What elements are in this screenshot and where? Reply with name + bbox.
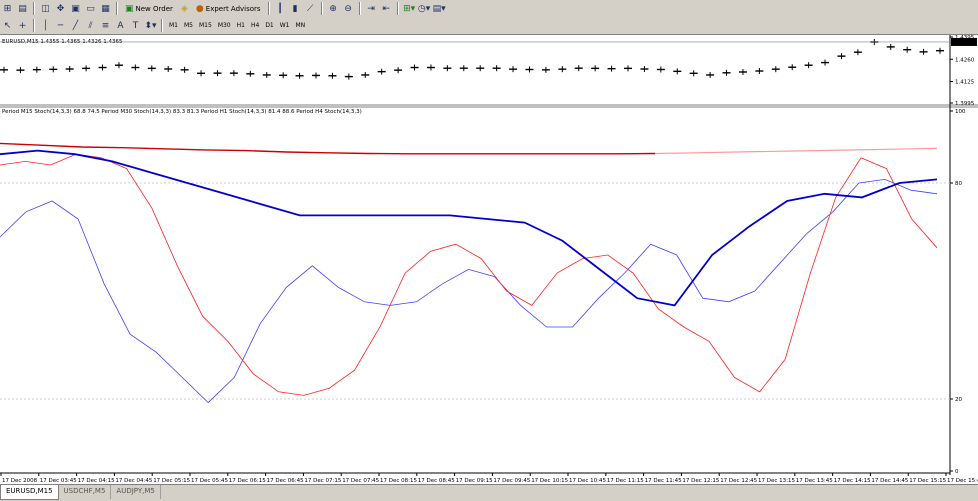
- stoch-h1-series: [0, 149, 938, 307]
- line-chart-icon[interactable]: ⟋: [304, 2, 317, 16]
- toolbar-separator: [116, 2, 118, 15]
- arrows-icon[interactable]: ⬍▾: [144, 19, 157, 33]
- tab-audjpy-m5[interactable]: AUDJPY,M5: [111, 485, 161, 499]
- expert-advisors-button[interactable]: ● Expert Advisors: [193, 2, 264, 16]
- new-chart-icon[interactable]: ⊞: [1, 2, 14, 16]
- main-toolbar: ⊞ ▤ ◫ ✥ ▣ ▭ ▦ ▣ New Order ◈ ● Expert Advis…: [0, 0, 978, 18]
- indicator-panel-header: Period M15 Stoch(14,3,3) 68.8 74.5 Perio…: [2, 109, 362, 115]
- toolbar-separator: [33, 19, 35, 32]
- stoch-m30-series: [0, 178, 938, 404]
- autoscroll-icon[interactable]: ⇤: [380, 2, 393, 16]
- toolbar-separator: [267, 2, 270, 15]
- timeframe-m5-button[interactable]: M5: [181, 19, 196, 33]
- new-order-button[interactable]: ▣ New Order: [122, 2, 176, 16]
- toolbar-separator: [161, 19, 163, 32]
- zoom-in-icon[interactable]: ⊕: [327, 2, 340, 16]
- templates-icon[interactable]: ▤▾: [433, 2, 446, 16]
- toolbar-separator: [320, 2, 323, 15]
- chart-shift-icon[interactable]: ⇥: [365, 2, 378, 16]
- timeframe-h1-button[interactable]: H1: [234, 19, 248, 33]
- tab-eurusd-m15[interactable]: EURUSD,M15: [0, 485, 59, 500]
- expert-advisors-icon: ●: [195, 3, 204, 14]
- crosshair-icon[interactable]: +: [16, 19, 29, 33]
- timeframe-mn-button[interactable]: MN: [293, 19, 309, 33]
- metaeditor-icon[interactable]: ◈: [178, 2, 191, 16]
- new-order-icon: ▣: [125, 3, 134, 14]
- periods-icon[interactable]: ◷▾: [418, 2, 431, 16]
- tester-icon[interactable]: ▦: [99, 2, 112, 16]
- stoch-h4-series: [0, 142, 656, 155]
- timeframe-bar: M1 M5 M15 M30 H1 H4 D1 W1 MN: [166, 19, 308, 33]
- data-window-icon[interactable]: ✥: [54, 2, 67, 16]
- chart-tabs: EURUSD,M15 USDCHF,M5 AUDJPY,M5: [0, 484, 978, 501]
- toolbar-separator: [396, 2, 399, 15]
- price-axis-label: 1.4125: [955, 80, 975, 86]
- navigator-icon[interactable]: ▣: [69, 2, 82, 16]
- fibonacci-icon[interactable]: ≡: [99, 19, 112, 33]
- tab-usdchf-m5[interactable]: USDCHF,M5: [59, 485, 112, 499]
- timeframe-m15-button[interactable]: M15: [196, 19, 215, 33]
- trendline-icon[interactable]: ╱: [69, 19, 82, 33]
- vertical-line-icon[interactable]: │: [39, 19, 52, 33]
- channel-icon[interactable]: ⫽: [84, 19, 97, 33]
- timeframe-m1-button[interactable]: M1: [166, 19, 181, 33]
- text-label-icon[interactable]: T: [129, 19, 142, 33]
- indicators-icon[interactable]: ⊞▾: [403, 2, 416, 16]
- cursor-icon[interactable]: ↖: [1, 19, 14, 33]
- price-axis-label: 1.3995: [955, 101, 975, 107]
- timeframe-d1-button[interactable]: D1: [262, 19, 276, 33]
- timeframe-h4-button[interactable]: H4: [248, 19, 262, 33]
- indicator-axis-label: 20: [955, 397, 962, 403]
- new-order-label: New Order: [135, 4, 173, 13]
- indicator-axis-label: 100: [955, 109, 966, 115]
- indicator-axis-label: 0: [955, 469, 959, 475]
- horizontal-line-icon[interactable]: ─: [54, 19, 67, 33]
- toolbar-separator: [33, 2, 35, 15]
- indicator-axis-label: 80: [955, 181, 962, 187]
- timeframe-w1-button[interactable]: W1: [277, 19, 293, 33]
- toolbar-separator: [358, 2, 361, 15]
- bar-chart-icon[interactable]: ┃: [274, 2, 287, 16]
- terminal-icon[interactable]: ▭: [84, 2, 97, 16]
- profiles-icon[interactable]: ▤: [16, 2, 29, 16]
- chart-canvas[interactable]: EURUSD,M15 1.4355 1.4365 1.4326 1.43651.…: [0, 35, 978, 485]
- zoom-out-icon[interactable]: ⊖: [342, 2, 355, 16]
- candlestick-icon[interactable]: ▮: [289, 2, 302, 16]
- stoch-m15-series: [0, 153, 938, 396]
- drawing-toolbar: ↖ + │ ─ ╱ ⫽ ≡ A T ⬍▾ M1 M5 M15 M30 H1 H4 D1 W1 M…: [0, 17, 978, 35]
- market-watch-icon[interactable]: ◫: [39, 2, 52, 16]
- text-icon[interactable]: A: [114, 19, 127, 33]
- price-axis-label: 1.4260: [955, 57, 975, 63]
- expert-advisors-label: Expert Advisors: [205, 4, 261, 13]
- chart-window[interactable]: EURUSD,M15 1.4355 1.4365 1.4326 1.4365 1.…: [0, 34, 978, 485]
- stoch-h4-series-extension: [654, 147, 938, 155]
- timeframe-m30-button[interactable]: M30: [215, 19, 234, 33]
- current-price-label: 1.4365: [954, 40, 974, 46]
